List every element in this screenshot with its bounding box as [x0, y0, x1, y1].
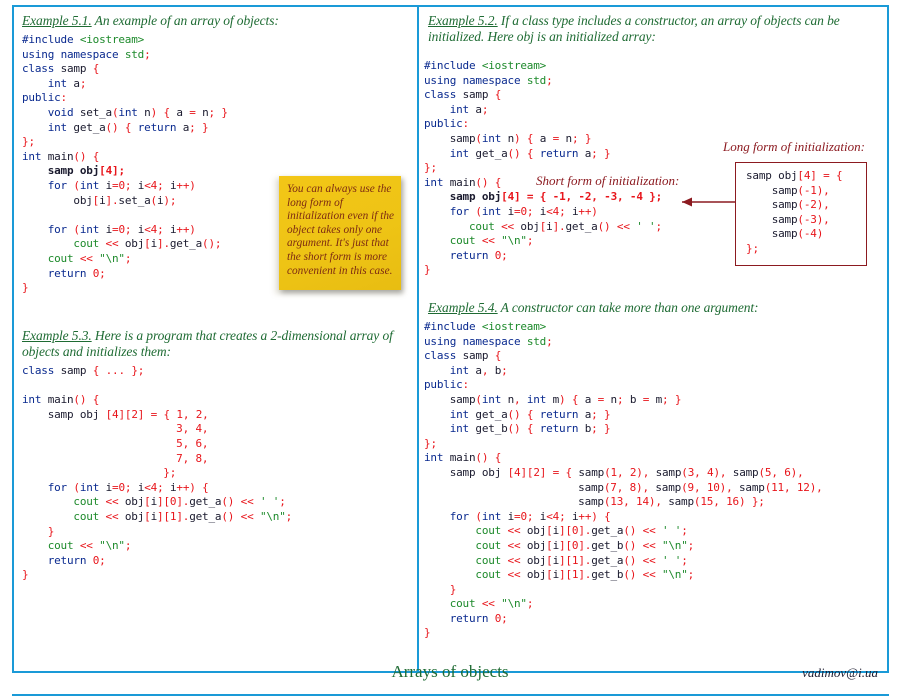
example-5-4-heading: Example 5.4. A constructor can take more… [428, 300, 878, 316]
example-5-3-heading: Example 5.3. Here is a program that crea… [22, 328, 394, 360]
example-5-2-code: #include <iostream> using namespace std;… [424, 59, 663, 277]
callout-arrow-icon [682, 197, 735, 207]
sticky-note: You can always use the long form of init… [279, 176, 401, 290]
footer-bottom-border [12, 694, 889, 696]
slide-canvas: Example 5.1. An example of an array of o… [0, 0, 900, 700]
frame-column-divider [417, 5, 419, 673]
example-5-1-caption: An example of an array of objects: [91, 13, 279, 28]
short-form-label: Short form of initialization: [536, 173, 680, 188]
example-5-2-label: Example 5.2. [428, 13, 498, 28]
example-5-4-label: Example 5.4. [428, 300, 498, 315]
frame-top-border [12, 5, 889, 7]
long-form-code: samp obj[4] = { samp(-1), samp(-2), samp… [746, 169, 843, 255]
example-5-3-label: Example 5.3. [22, 328, 92, 343]
example-5-1-label: Example 5.1. [22, 13, 92, 28]
example-5-4-caption: A constructor can take more than one arg… [497, 300, 759, 315]
example-5-1-code: #include <iostream> using namespace std;… [22, 33, 228, 295]
footer-title: Arrays of objects [391, 662, 509, 681]
sticky-note-text: You can always use the long form of init… [287, 183, 394, 277]
example-5-1-heading: Example 5.1. An example of an array of o… [22, 13, 402, 29]
long-form-label: Long form of initialization: [723, 139, 865, 154]
example-5-2-heading: Example 5.2. If a class type includes a … [428, 13, 883, 45]
long-form-code-box: samp obj[4] = { samp(-1), samp(-2), samp… [735, 162, 867, 266]
footer-email: vadimov@i.ua [802, 665, 878, 680]
frame-right-border [887, 5, 889, 673]
example-5-4-code: #include <iostream> using namespace std;… [424, 320, 823, 640]
frame-left-border [12, 5, 14, 673]
example-5-3-code: class samp { ... }; int main() { samp ob… [22, 364, 293, 582]
